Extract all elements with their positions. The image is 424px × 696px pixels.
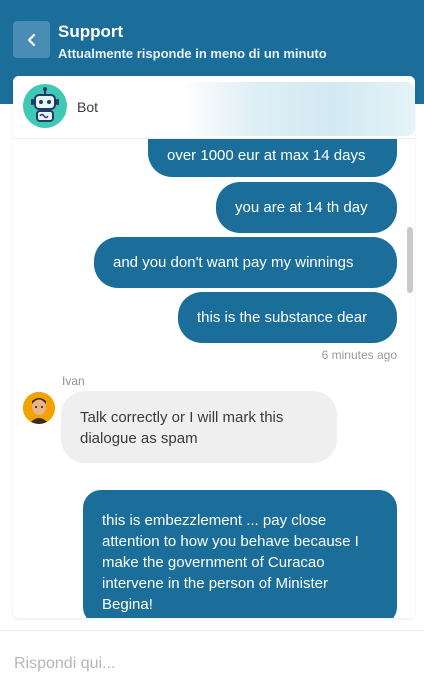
message-text: you are at 14 th day bbox=[235, 199, 368, 216]
message-text: and you don't want pay my winnings bbox=[113, 254, 354, 271]
person-avatar-icon bbox=[23, 392, 55, 424]
agent-name: Bot bbox=[77, 99, 99, 115]
outgoing-message: you are at 14 th day bbox=[216, 182, 397, 233]
header-subtitle: Attualmente risponde in meno di un minut… bbox=[58, 46, 327, 61]
header-title: Support bbox=[58, 22, 124, 41]
outgoing-message: over 1000 eur at max 14 days bbox=[148, 139, 397, 177]
outgoing-message: this is embezzlement ... pay close atten… bbox=[83, 490, 397, 618]
message-text: this is embezzlement ... pay close atten… bbox=[102, 512, 359, 613]
reply-input[interactable] bbox=[14, 653, 404, 675]
scrollbar-thumb[interactable] bbox=[407, 227, 413, 293]
chevron-left-icon bbox=[27, 33, 35, 46]
incoming-message: Talk correctly or I will mark this dialo… bbox=[61, 391, 337, 463]
agent-bar: Bot bbox=[13, 76, 415, 139]
message-text: this is the substance dear bbox=[197, 309, 368, 326]
bot-avatar bbox=[23, 84, 67, 128]
robot-icon bbox=[31, 87, 59, 122]
sender-name: Ivan bbox=[62, 374, 85, 388]
blurred-area bbox=[183, 82, 415, 136]
outgoing-message: and you don't want pay my winnings bbox=[94, 237, 397, 288]
back-button[interactable] bbox=[13, 21, 50, 58]
agent-avatar bbox=[23, 392, 55, 424]
message-timestamp: 6 minutes ago bbox=[321, 348, 397, 362]
chat-panel: Bot over 1000 eur at max 14 days you are… bbox=[13, 76, 415, 618]
outgoing-message: this is the substance dear bbox=[178, 292, 397, 343]
message-list: over 1000 eur at max 14 days you are at … bbox=[13, 139, 415, 618]
composer bbox=[0, 630, 424, 696]
message-text: over 1000 eur at max 14 days bbox=[167, 147, 366, 164]
